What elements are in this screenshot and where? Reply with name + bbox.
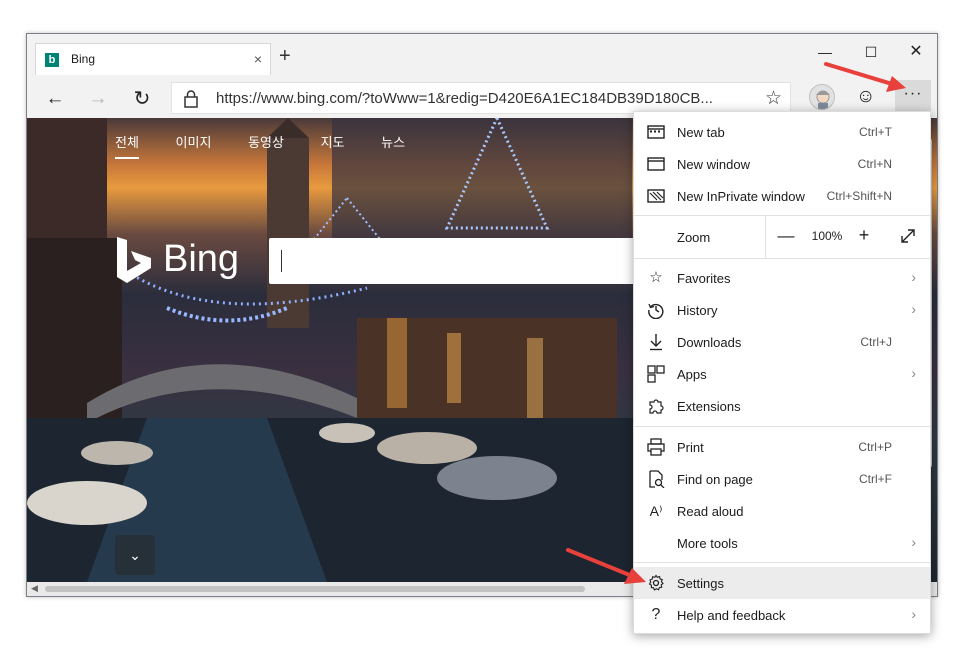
bing-favicon-icon: b [45, 53, 59, 67]
tab-close-icon[interactable]: × [254, 51, 262, 67]
menu-label-new-tab: New tab [677, 125, 725, 140]
url-text[interactable]: https://www.bing.com/?toWww=1&redig=D420… [216, 90, 746, 107]
help-question-icon: ? [651, 606, 661, 623]
menu-label-zoom: Zoom [677, 230, 711, 245]
horizontal-scroll-thumb[interactable] [45, 586, 585, 592]
menu-item-new-inprivate-window[interactable]: New InPrivate window Ctrl+Shift+N [634, 180, 930, 212]
refresh-icon[interactable]: ↻ [128, 86, 156, 112]
extensions-puzzle-icon [649, 399, 664, 414]
scroll-down-chevron-button[interactable]: ⌄ [115, 535, 155, 575]
zoom-level: 100% [811, 229, 843, 243]
menu-item-read-aloud[interactable]: A⁾ Read aloud [634, 495, 930, 527]
text-caret [281, 250, 282, 272]
bing-tab-images[interactable]: 이미지 [176, 132, 212, 157]
bing-tab-maps[interactable]: 지도 [321, 132, 345, 157]
menu-label-find-on-page: Find on page [677, 472, 753, 487]
menu-label-downloads: Downloads [677, 335, 742, 350]
menu-item-history[interactable]: History › [634, 294, 930, 326]
menu-item-settings[interactable]: Settings [634, 567, 930, 599]
title-bar: b Bing × + — ☐ ✕ [27, 34, 937, 80]
bing-tab-news[interactable]: 뉴스 [381, 132, 405, 157]
history-clock-icon [648, 303, 664, 319]
menu-label-new-window: New window [677, 157, 750, 172]
inprivate-icon [647, 189, 665, 203]
tab-title: Bing [71, 52, 96, 66]
lock-icon [184, 90, 198, 108]
menu-item-more-tools[interactable]: More tools › [634, 527, 930, 559]
menu-label-print: Print [677, 440, 704, 455]
menu-label-settings: Settings [677, 576, 724, 591]
chevron-right-icon: › [911, 606, 916, 622]
scroll-left-arrow-icon[interactable]: ◀ [31, 583, 38, 594]
menu-label-new-inprivate: New InPrivate window [677, 189, 805, 204]
bing-search-input[interactable] [269, 238, 639, 284]
shortcut-downloads: Ctrl+J [860, 335, 892, 349]
favorite-star-icon[interactable]: ☆ [765, 87, 782, 110]
menu-separator [634, 426, 930, 427]
menu-item-extensions[interactable]: Extensions [634, 390, 930, 422]
favorites-star-icon: ☆ [649, 269, 663, 286]
zoom-controls: — 100% + [765, 216, 931, 258]
menu-label-history: History [677, 303, 718, 318]
zoom-in-button[interactable]: + [854, 225, 874, 246]
shortcut-find-on-page: Ctrl+F [859, 472, 892, 486]
read-aloud-icon: A⁾ [649, 503, 663, 519]
new-tab-icon [647, 125, 665, 139]
menu-separator [634, 562, 930, 563]
chevron-right-icon: › [911, 269, 916, 285]
forward-arrow-icon[interactable]: → [84, 86, 112, 112]
menu-item-find-on-page[interactable]: Find on page Ctrl+F [634, 463, 930, 495]
menu-item-print[interactable]: Print Ctrl+P [634, 431, 930, 463]
menu-label-extensions: Extensions [677, 399, 741, 414]
menu-item-zoom: Zoom — 100% + [634, 216, 930, 258]
menu-label-favorites: Favorites [677, 271, 731, 286]
new-tab-button[interactable]: + [279, 46, 291, 66]
bing-tab-all[interactable]: 전체 [115, 132, 139, 159]
chevron-right-icon: › [911, 534, 916, 550]
menu-item-favorites[interactable]: ☆ Favorites › [634, 262, 930, 294]
shortcut-new-window: Ctrl+N [857, 157, 892, 171]
menu-item-help-and-feedback[interactable]: ? Help and feedback › [634, 599, 930, 631]
apps-grid-icon [647, 365, 665, 383]
bing-logo-text: Bing [163, 238, 240, 280]
bing-category-tabs: 전체 이미지 동영상 지도 뉴스 [115, 132, 438, 162]
menu-item-new-tab[interactable]: New tab Ctrl+T [634, 116, 930, 148]
menu-label-apps: Apps [677, 367, 707, 382]
menu-separator [634, 258, 930, 259]
bing-b-icon [117, 237, 151, 283]
new-window-icon [647, 157, 665, 171]
printer-icon [647, 438, 665, 456]
find-page-icon [649, 470, 665, 488]
tab-bing[interactable]: b Bing × [35, 43, 271, 75]
settings-and-more-menu: New tab Ctrl+T New window Ctrl+N New InP… [633, 111, 931, 634]
shortcut-new-inprivate: Ctrl+Shift+N [826, 189, 892, 203]
address-bar[interactable]: https://www.bing.com/?toWww=1&redig=D420… [171, 82, 791, 114]
menu-label-more-tools: More tools [677, 536, 738, 551]
back-arrow-icon[interactable]: ← [41, 86, 69, 112]
annotation-arrow-more-button [824, 62, 906, 92]
shortcut-print: Ctrl+P [858, 440, 892, 454]
menu-item-new-window[interactable]: New window Ctrl+N [634, 148, 930, 180]
menu-label-read-aloud: Read aloud [677, 504, 744, 519]
annotation-arrow-settings [566, 548, 646, 584]
shortcut-new-tab: Ctrl+T [859, 125, 892, 139]
chevron-right-icon: › [911, 301, 916, 317]
download-icon [650, 334, 662, 351]
menu-item-apps[interactable]: Apps › [634, 358, 930, 390]
bing-tab-videos[interactable]: 동영상 [248, 132, 284, 157]
bing-logo[interactable]: Bing [115, 235, 255, 287]
menu-label-help-feedback: Help and feedback [677, 608, 786, 623]
menu-item-downloads[interactable]: Downloads Ctrl+J [634, 326, 930, 358]
fullscreen-expand-icon[interactable] [899, 227, 917, 245]
chevron-right-icon: › [911, 365, 916, 381]
zoom-out-button[interactable]: — [776, 226, 796, 246]
